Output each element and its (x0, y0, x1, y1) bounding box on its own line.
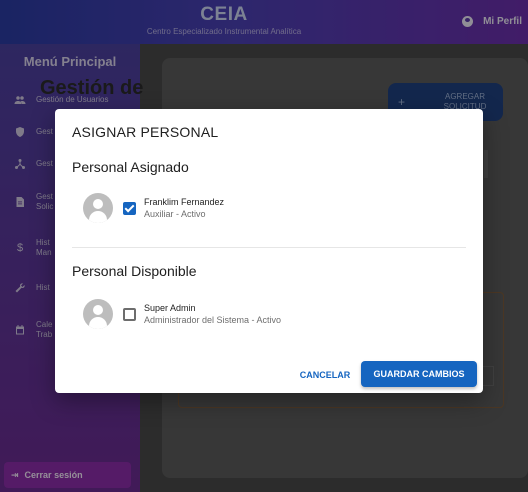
person-info: Franklim Fernandez Auxiliar - Activo (144, 196, 224, 220)
person-name: Franklim Fernandez (144, 197, 225, 207)
save-changes-button[interactable]: GUARDAR CAMBIOS (361, 361, 477, 387)
available-checkbox[interactable] (123, 307, 136, 321)
assign-staff-dialog: ASIGNAR PERSONAL Personal Asignado Frank… (55, 109, 483, 393)
assigned-checkbox[interactable] (123, 201, 136, 215)
assigned-section-title: Personal Asignado (72, 159, 189, 175)
person-name: Super Admin (144, 303, 196, 313)
cancel-button[interactable]: CANCELAR (297, 363, 353, 387)
avatar (83, 299, 113, 329)
avatar (83, 193, 113, 223)
section-divider (72, 247, 466, 248)
person-role: Auxiliar - Activo (144, 209, 206, 219)
assigned-person-row[interactable]: Franklim Fernandez Auxiliar - Activo (83, 193, 224, 223)
person-info: Super Admin Administrador del Sistema - … (144, 302, 281, 326)
dialog-title: ASIGNAR PERSONAL (72, 124, 219, 140)
available-person-row[interactable]: Super Admin Administrador del Sistema - … (83, 299, 281, 329)
available-section-title: Personal Disponible (72, 263, 197, 279)
person-role: Administrador del Sistema - Activo (144, 315, 282, 325)
